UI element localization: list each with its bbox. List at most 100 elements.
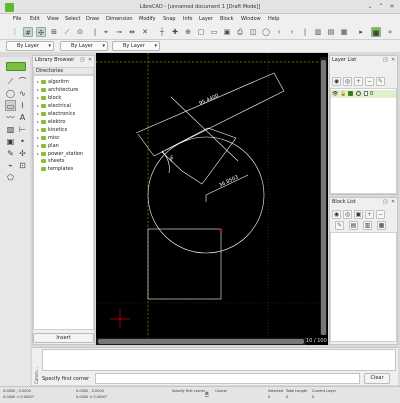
edit-layer-icon[interactable]: ✎ xyxy=(376,77,385,86)
float-icon[interactable]: ◳ xyxy=(80,57,85,64)
move-tool-icon[interactable]: ✢ xyxy=(17,148,28,159)
dir-item[interactable]: sheets xyxy=(37,158,65,165)
command-input[interactable] xyxy=(95,373,360,384)
copy-icon[interactable]: ▤ xyxy=(326,27,336,37)
remove-layer-icon[interactable]: − xyxy=(365,77,374,86)
polygon-tool-icon[interactable]: ⬠ xyxy=(5,172,16,183)
relative-zero-icon[interactable]: ✚ xyxy=(170,27,180,37)
polyline-tool-icon[interactable]: ⌇ xyxy=(17,100,28,111)
menu-draw[interactable]: Draw xyxy=(86,14,99,24)
vertical-scroll-thumb[interactable] xyxy=(321,60,326,335)
hide-all-blocks-icon[interactable]: ◎ xyxy=(343,210,352,219)
snap-center-icon[interactable]: ⌖ xyxy=(101,27,111,37)
menu-info[interactable]: Info xyxy=(183,14,192,24)
snap-endpoint-icon[interactable]: ⟋ xyxy=(62,27,72,37)
menu-view[interactable]: View xyxy=(47,14,59,24)
close-icon[interactable]: ✕ xyxy=(391,57,395,64)
dir-item[interactable]: ▸ electronics xyxy=(37,110,75,117)
insert-block-icon[interactable]: ▦ xyxy=(377,221,386,230)
dir-item[interactable]: ▸ kinetics xyxy=(37,126,67,133)
snap-entity-icon[interactable]: ⊙ xyxy=(75,27,85,37)
menu-select[interactable]: Select xyxy=(65,14,80,24)
clear-button[interactable]: Clear xyxy=(364,373,390,384)
menu-file[interactable]: File xyxy=(13,14,21,24)
snap-middle-icon[interactable]: ⊸ xyxy=(114,27,124,37)
open-file-icon[interactable]: ▭ xyxy=(209,27,219,37)
show-all-blocks-icon[interactable]: ◉ xyxy=(332,210,341,219)
print-icon[interactable] xyxy=(348,91,353,96)
circle-tool-icon[interactable]: ◯ xyxy=(5,88,16,99)
curve-tool-icon[interactable]: ∿ xyxy=(17,88,28,99)
close-icon[interactable]: ✕ xyxy=(391,199,395,206)
print-preview-icon[interactable]: ◫ xyxy=(248,27,258,37)
save-file-icon[interactable]: ▣ xyxy=(222,27,232,37)
create-block-icon[interactable]: ▣ xyxy=(354,210,363,219)
dir-item[interactable]: ▸ power_station xyxy=(37,150,83,157)
close-icon[interactable]: ✕ xyxy=(88,57,92,64)
hatch-tool-icon[interactable]: ▨ xyxy=(5,124,16,135)
toggle-icon[interactable]: ▸ xyxy=(356,27,366,37)
dir-item[interactable]: ▸ electrical xyxy=(37,102,71,109)
menu-block[interactable]: Block xyxy=(220,14,234,24)
dir-item[interactable]: ▸ misc xyxy=(37,134,60,141)
construction-icon[interactable] xyxy=(356,91,361,96)
line-tool-icon[interactable]: ⟋ xyxy=(5,76,16,87)
add-layer-icon[interactable]: + xyxy=(354,77,363,86)
dir-item[interactable]: ▸ algoritm xyxy=(37,78,69,85)
lock-icon[interactable]: 🔓 xyxy=(340,90,346,98)
snap-grid-icon[interactable]: ⊞ xyxy=(49,27,59,37)
dir-item[interactable]: templates xyxy=(37,166,73,173)
snap-free-icon[interactable]: ✣ xyxy=(36,27,46,37)
draft-mode-icon[interactable]: ■ xyxy=(371,27,381,37)
spline-tool-icon[interactable]: 〰 xyxy=(5,112,16,123)
snap-intersection-icon[interactable]: ✕ xyxy=(140,27,150,37)
menu-help[interactable]: Help xyxy=(268,14,279,24)
layer-row[interactable]: 👁 🔓 0 xyxy=(331,90,396,98)
print-icon[interactable]: ⎙ xyxy=(235,27,245,37)
overflow-icon[interactable]: » xyxy=(385,27,395,37)
menu-snap[interactable]: Snap xyxy=(163,14,176,24)
zoom-icon[interactable]: ◯ xyxy=(261,27,271,37)
rename-block-icon[interactable]: ✎ xyxy=(335,221,344,230)
horizontal-scroll-thumb[interactable] xyxy=(98,339,304,344)
layer-color-swatch[interactable] xyxy=(364,91,368,96)
dir-item[interactable]: ▸ plan xyxy=(37,142,59,149)
point-tool-icon[interactable]: • xyxy=(17,136,28,147)
arc-tool-icon[interactable]: ⌒ xyxy=(17,76,28,87)
info-tool-icon[interactable]: ⌁ xyxy=(5,160,16,171)
redo-icon[interactable]: › xyxy=(287,27,297,37)
cut-icon[interactable]: ▥ xyxy=(313,27,323,37)
float-icon[interactable]: ◳ xyxy=(383,199,388,206)
rectangle-tool-icon[interactable]: ▭ xyxy=(5,100,16,111)
back-tool-button[interactable] xyxy=(6,62,26,71)
menu-modify[interactable]: Modify xyxy=(139,14,156,24)
float-icon[interactable]: ◳ xyxy=(383,57,388,64)
dir-item[interactable]: ▸ block xyxy=(37,94,61,101)
modify-tool-icon[interactable]: ✎ xyxy=(5,148,16,159)
save-block-icon[interactable]: ▥ xyxy=(363,221,372,230)
dir-item[interactable]: ▸ elektro xyxy=(37,118,65,125)
paste-icon[interactable]: ▦ xyxy=(339,27,349,37)
visibility-icon[interactable]: 👁 xyxy=(332,90,338,98)
hide-all-layers-icon[interactable]: ◎ xyxy=(343,77,352,86)
restrict-horizontal-icon[interactable]: ┼ xyxy=(157,27,167,37)
image-tool-icon[interactable]: ▣ xyxy=(5,136,16,147)
close-icon[interactable]: ✕ xyxy=(388,3,396,11)
snap-distance-icon[interactable]: ⇹ xyxy=(127,27,137,37)
menu-dimension[interactable]: Dimension xyxy=(106,14,133,24)
add-block-icon[interactable]: + xyxy=(365,210,374,219)
select-tool-icon[interactable]: ⊡ xyxy=(17,160,28,171)
remove-block-icon[interactable]: − xyxy=(376,210,385,219)
minimize-icon[interactable]: ⌄ xyxy=(366,3,374,11)
menu-layer[interactable]: Layer xyxy=(199,14,213,24)
new-file-icon[interactable]: ▢ xyxy=(196,27,206,37)
lock-relative-zero-icon[interactable]: ⊕ xyxy=(183,27,193,37)
pen-color-select[interactable]: By Layer ▾ xyxy=(6,41,54,51)
show-all-layers-icon[interactable]: ◉ xyxy=(332,77,341,86)
dimension-tool-icon[interactable]: ⊢ xyxy=(17,124,28,135)
grid-icon[interactable]: # xyxy=(23,27,33,37)
drawing-canvas[interactable]: 95.4400 36.8503 38° xyxy=(96,53,328,345)
insert-button[interactable]: Insert xyxy=(33,333,94,343)
menu-edit[interactable]: Edit xyxy=(30,14,40,24)
maximize-icon[interactable]: ⌃ xyxy=(377,3,385,11)
